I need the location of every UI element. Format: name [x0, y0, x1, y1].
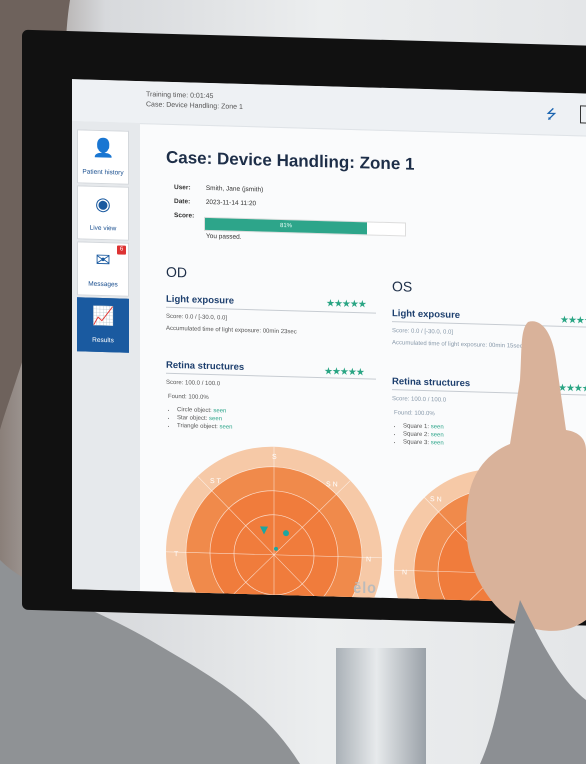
hand-silhouette	[466, 321, 586, 764]
